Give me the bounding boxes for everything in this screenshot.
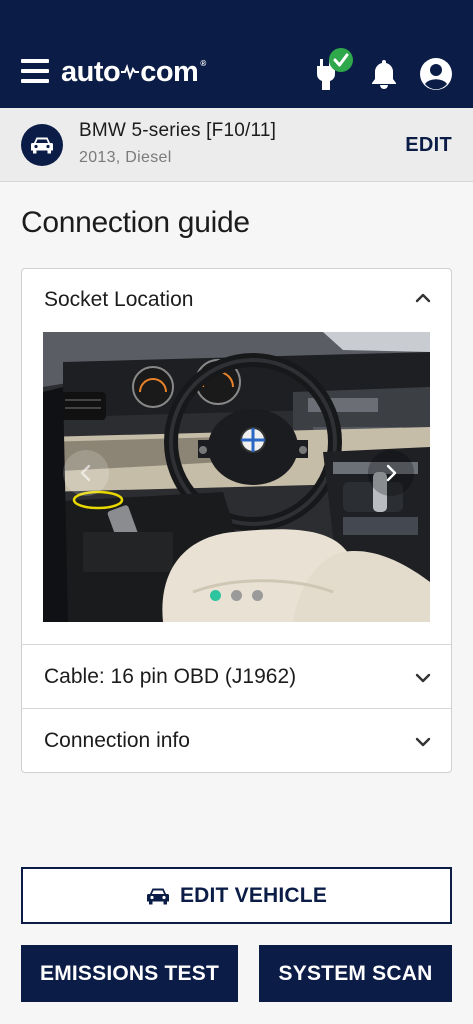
cable-label: Cable: 16 pin OBD (J1962) xyxy=(44,665,297,688)
carousel-dot-3[interactable] xyxy=(252,590,263,601)
socket-location-carousel[interactable] xyxy=(43,332,430,622)
edit-vehicle-label: EDIT VEHICLE xyxy=(179,883,328,907)
vehicle-name: BMW 5-series [F10/11] xyxy=(79,120,277,141)
chevron-down-icon xyxy=(415,737,431,747)
vci-connected-icon[interactable] xyxy=(311,48,355,92)
top-app-bar: auto com ® xyxy=(0,0,473,108)
socket-location-header[interactable]: Socket Location xyxy=(22,269,451,333)
chevron-down-icon xyxy=(415,673,431,683)
connection-info-header[interactable]: Connection info xyxy=(22,708,451,772)
page-title: Connection guide xyxy=(21,206,250,239)
car-icon xyxy=(146,888,169,904)
cable-header[interactable]: Cable: 16 pin OBD (J1962) xyxy=(22,644,451,708)
selected-vehicle-bar: BMW 5-series [F10/11] 2013, Diesel EDIT xyxy=(0,108,473,182)
connection-guide-card: Socket Location Cable: 16 pin OBD (J1962… xyxy=(21,268,452,773)
logo-wave-icon xyxy=(121,64,140,80)
account-icon[interactable] xyxy=(419,57,453,91)
chevron-up-icon xyxy=(415,293,431,303)
system-scan-button[interactable]: SYSTEM SCAN xyxy=(259,945,452,1002)
connection-info-label: Connection info xyxy=(44,729,190,752)
logo-text-left: auto xyxy=(61,55,121,88)
chevron-right-icon xyxy=(386,464,397,482)
logo-text-right: com xyxy=(140,55,199,88)
carousel-pagination xyxy=(210,590,270,602)
carousel-previous-button[interactable] xyxy=(63,450,109,496)
bell-icon[interactable] xyxy=(369,57,399,89)
edit-vehicle-link[interactable]: EDIT xyxy=(405,134,452,157)
carousel-dot-1[interactable] xyxy=(210,590,221,601)
chevron-left-icon xyxy=(80,464,91,482)
car-icon xyxy=(21,124,63,166)
emissions-test-button[interactable]: EMISSIONS TEST xyxy=(21,945,238,1002)
edit-vehicle-button[interactable]: EDIT VEHICLE xyxy=(21,867,452,924)
socket-location-label: Socket Location xyxy=(44,288,194,311)
vehicle-year-fuel: 2013, Diesel xyxy=(79,149,172,166)
logo-registered-mark: ® xyxy=(200,59,206,68)
carousel-dot-2[interactable] xyxy=(231,590,242,601)
autocom-logo: auto com ® xyxy=(61,55,206,89)
menu-icon[interactable] xyxy=(21,59,49,85)
carousel-next-button[interactable] xyxy=(368,450,414,496)
